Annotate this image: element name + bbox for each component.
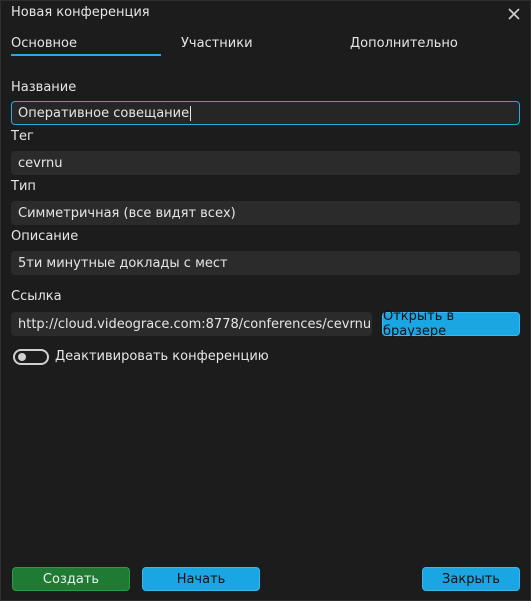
close-window-button[interactable] — [506, 6, 522, 22]
tag-input[interactable]: cevrnu — [11, 151, 520, 175]
name-label: Название — [11, 80, 77, 95]
type-label: Тип — [11, 179, 36, 194]
link-field-value: http://cloud.videograce.com:8778/confere… — [18, 316, 372, 332]
name-input-value: Оперативное совещание — [18, 105, 190, 121]
tab-main[interactable]: Основное — [11, 36, 77, 51]
close-button[interactable]: Закрыть — [422, 567, 520, 591]
tag-input-value: cevrnu — [18, 155, 63, 171]
tab-participants[interactable]: Участники — [181, 36, 253, 51]
description-input[interactable]: 5ти минутные доклады с мест — [11, 251, 520, 275]
description-input-value: 5ти минутные доклады с мест — [18, 255, 228, 271]
link-field[interactable]: http://cloud.videograce.com:8778/confere… — [11, 312, 372, 336]
active-tab-indicator — [11, 54, 161, 56]
start-button[interactable]: Начать — [142, 567, 260, 591]
description-label: Описание — [11, 229, 79, 244]
create-button[interactable]: Создать — [12, 567, 130, 591]
tag-label: Тег — [11, 129, 34, 144]
text-cursor — [190, 105, 192, 121]
tab-bar: Основное Участники Дополнительно — [11, 36, 520, 56]
close-icon — [508, 8, 520, 20]
type-select[interactable]: Симметричная (все видят всех) — [11, 201, 520, 225]
link-label: Ссылка — [11, 289, 62, 304]
deactivate-toggle[interactable] — [13, 349, 49, 365]
new-conference-dialog: Новая конференция Основное Участники Доп… — [0, 0, 531, 601]
open-in-browser-button[interactable]: Открыть в браузере — [382, 309, 520, 339]
name-input[interactable]: Оперативное совещание — [11, 101, 520, 125]
toggle-knob — [18, 353, 26, 361]
window-title: Новая конференция — [11, 5, 150, 20]
type-select-value: Симметричная (все видят всех) — [18, 205, 236, 221]
deactivate-label: Деактивировать конференцию — [55, 349, 269, 364]
tab-additional[interactable]: Дополнительно — [350, 36, 458, 51]
